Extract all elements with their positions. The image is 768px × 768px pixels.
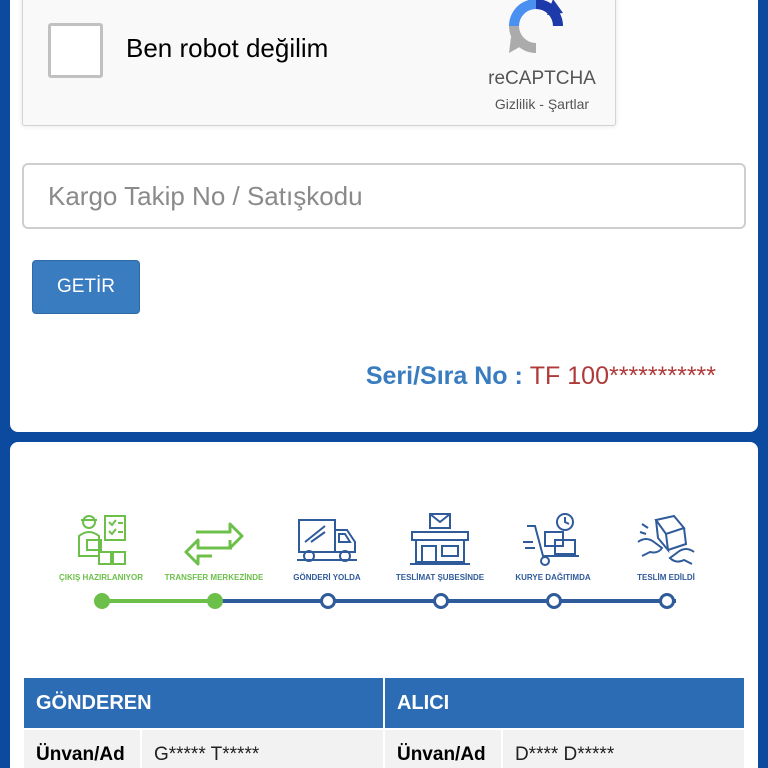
receiver-header: ALICI [382,676,747,730]
getir-button[interactable]: GETİR [32,260,140,314]
step-transfer-merkezinde: TRANSFER MERKEZİNDE [159,512,269,609]
sender-header: GÖNDEREN [22,676,385,730]
step-gonderi-yolda: GÖNDERİ YOLDA [272,512,382,609]
step-label: KURYE DAĞITIMDA [515,573,591,582]
step-cikis-hazirlaniyor: ÇIKIŞ HAZIRLANIYOR [46,512,156,609]
progress-line-done [101,599,214,603]
terms-link[interactable]: Şartlar [548,96,589,112]
recaptcha-links: Gizlilik - Şartlar [473,96,611,112]
delivery-truck-icon [297,519,357,562]
step-label: ÇIKIŞ HAZIRLANIYOR [59,573,143,582]
step-teslim-edildi: TESLİM EDİLDİ [611,512,721,609]
recaptcha-label: Ben robot değilim [126,33,329,63]
privacy-link[interactable]: Gizlilik [495,96,535,112]
serial-label: Seri/Sıra No : [365,362,530,390]
receiver-name-label: Ünvan/Ad [382,728,503,768]
step-dot [94,593,110,609]
tracking-status-card: ÇIKIŞ HAZIRLANIYOR TRANSFER MERKEZİNDE G… [10,442,758,768]
serial-number-line: Seri/Sıra No : TF 100*********** [366,362,716,391]
step-dot [659,593,675,609]
packing-worker-icon [78,515,126,565]
transfer-arrows-icon [184,522,244,566]
step-dot [546,593,562,609]
receiver-name-value: D**** D***** [500,728,747,768]
step-dot [433,593,449,609]
table-header-row: GÖNDEREN ALICI [22,676,747,730]
recaptcha-checkbox[interactable] [48,23,103,78]
recaptcha-brand: reCAPTCHA [488,68,596,89]
recaptcha-widget: Ben robot değilim reCAPTCHA Gizlilik - Ş… [22,0,616,126]
table-row: Ünvan/Ad G***** T***** Ünvan/Ad D**** D*… [22,728,747,768]
sender-receiver-table: GÖNDEREN ALICI Ünvan/Ad G***** T***** Ün… [22,676,747,768]
step-dot [320,593,336,609]
hand-truck-clock-icon [523,513,579,566]
step-label: TRANSFER MERKEZİNDE [164,573,264,582]
step-dot [207,593,223,609]
step-label: TESLİM EDİLDİ [637,573,695,582]
handover-package-icon [637,514,695,565]
step-teslimat-subesinde: TESLİMAT ŞUBESİNDE [385,512,495,609]
step-label: TESLİMAT ŞUBESİNDE [395,573,485,582]
sender-name-label: Ünvan/Ad [22,728,142,768]
tracking-form-card: Ben robot değilim reCAPTCHA Gizlilik - Ş… [10,0,758,432]
serial-value: TF 100*********** [529,362,716,390]
link-separator: - [535,96,548,112]
step-kurye-dagitimda: KURYE DAĞITIMDA [498,512,608,609]
branch-store-icon [410,513,470,565]
shipment-progress-tracker: ÇIKIŞ HAZIRLANIYOR TRANSFER MERKEZİNDE G… [10,512,758,622]
sender-name-value: G***** T***** [139,728,385,768]
recaptcha-logo-icon [509,0,563,53]
tracking-number-input[interactable] [22,163,746,229]
step-label: GÖNDERİ YOLDA [293,573,361,582]
